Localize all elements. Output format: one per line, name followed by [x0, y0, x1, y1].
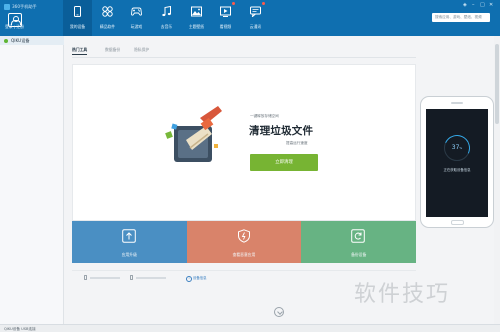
notification-badge [232, 2, 235, 5]
broom-illustration-icon [165, 106, 222, 162]
tile-backup[interactable]: 备份设备 [301, 221, 416, 263]
clean-title: 清理垃圾文件 [249, 125, 314, 137]
search-placeholder: 搜索应用、游戏、壁纸、视频 [435, 15, 482, 19]
tab-music[interactable]: 去音乐 [152, 0, 181, 36]
upgrade-icon [122, 229, 136, 243]
tab-label: 精品软件 [99, 24, 116, 29]
sd-storage-bar [136, 277, 166, 279]
phone-status-text: 正在获取设备信息 [443, 168, 471, 172]
phone-screen: 37% 正在获取设备信息 [426, 109, 488, 217]
tab-label: 主题壁纸 [188, 24, 205, 29]
close-icon[interactable]: ✕ [489, 3, 493, 8]
video-icon [220, 6, 231, 17]
phone-speaker [451, 102, 463, 104]
tile-label: 查看恶意应用 [232, 252, 256, 257]
phone-preview: 37% 正在获取设备信息 [420, 96, 494, 228]
tab-wallpaper[interactable]: 主题壁纸 [182, 0, 211, 36]
status-text: QIKU设备 USB连接 [4, 326, 36, 331]
register-link[interactable]: 注册 [16, 24, 24, 29]
clean-slogan: 一键释放存储空间 [250, 114, 279, 118]
scrollbar-thumb[interactable] [495, 44, 499, 124]
chat-icon [250, 6, 261, 17]
image-icon [191, 6, 202, 17]
notification-badge [262, 2, 265, 5]
tile-label: 备份设备 [351, 252, 367, 257]
subtab-hot-tools[interactable]: 热门工具 [72, 47, 88, 55]
gamepad-icon [131, 7, 142, 16]
backup-icon [351, 229, 366, 243]
music-note-icon [162, 6, 171, 17]
tab-my-device[interactable]: 我的设备 [63, 0, 92, 36]
tile-app-upgrade[interactable]: 应用升级 [72, 221, 187, 263]
tab-label: 玩游戏 [130, 24, 143, 29]
divider [72, 57, 416, 58]
sidebar: QIKU设备 [0, 36, 64, 324]
phone-home-button [451, 220, 464, 225]
phone-icon [74, 6, 81, 17]
clean-card [72, 64, 416, 221]
tab-label: 看视频 [219, 24, 232, 29]
android-icon [4, 38, 8, 43]
skin-icon[interactable]: ◈ [463, 3, 467, 8]
progress-percent: 37% [444, 144, 470, 151]
title-bar: 360手机助手 登录 | 注册 我的设备 精品软件 玩游戏 去音乐 主题壁纸 看… [0, 0, 500, 36]
sidebar-item-device[interactable]: QIKU设备 [0, 36, 64, 45]
minimize-icon[interactable]: – [472, 3, 475, 8]
tile-malware[interactable]: 查看恶意应用 [186, 221, 302, 263]
tab-apps[interactable]: 精品软件 [93, 0, 122, 36]
tool-tiles: 应用升级 查看恶意应用 备份设备 [72, 221, 416, 263]
login-link[interactable]: 登录 [5, 24, 13, 29]
app-window: 360手机助手 登录 | 注册 我的设备 精品软件 玩游戏 去音乐 主题壁纸 看… [0, 0, 500, 332]
chevron-down-icon[interactable] [274, 307, 284, 317]
phone-storage-bar [90, 277, 120, 279]
account-links: 登录 | 注册 [5, 24, 24, 30]
sidebar-item-label: QIKU设备 [11, 38, 30, 43]
tile-label: 应用升级 [121, 252, 137, 257]
subtab-privacy[interactable]: 隐私保护 [134, 47, 149, 53]
subtab-backup[interactable]: 数据备份 [105, 47, 120, 53]
phone-storage-icon [84, 275, 87, 280]
search-input[interactable]: 搜索应用、游戏、壁纸、视频 [432, 13, 490, 22]
maximize-icon[interactable]: □ [480, 3, 485, 8]
status-bar: QIKU设备 USB连接 [0, 324, 500, 332]
clean-subtitle: 提高运行速度 [286, 141, 308, 145]
shield-icon [237, 229, 250, 243]
watermark: 软件技巧 [354, 282, 451, 307]
device-info-link[interactable]: 设备信息 [186, 275, 207, 282]
clean-now-button[interactable]: 立即清理 [250, 154, 318, 171]
tab-label: 去音乐 [160, 24, 173, 29]
tab-cloud-comm[interactable]: 云通讯 [241, 0, 270, 36]
tab-label: 我的设备 [69, 24, 86, 29]
apps-icon [102, 6, 113, 17]
window-title: 360手机助手 [12, 4, 37, 9]
login-separator: | [13, 24, 16, 29]
sd-storage-icon [130, 275, 133, 280]
percent-unit: % [459, 146, 463, 150]
tab-games[interactable]: 玩游戏 [122, 0, 151, 36]
app-logo-icon [4, 4, 10, 10]
tab-label: 云通讯 [249, 24, 262, 29]
tab-video[interactable]: 看视频 [211, 0, 240, 36]
